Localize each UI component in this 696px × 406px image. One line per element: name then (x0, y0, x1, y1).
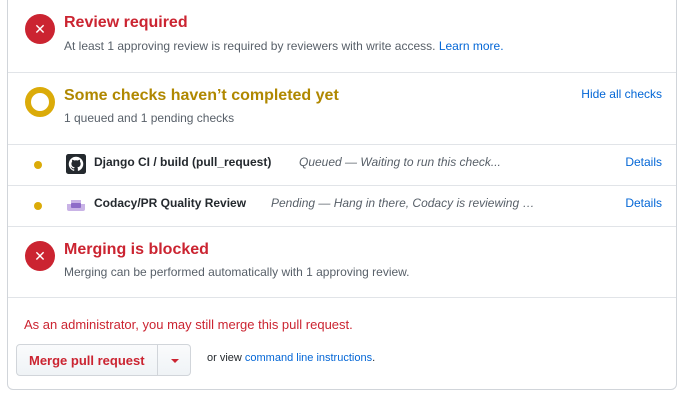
x-circle-icon: ✕ (25, 14, 55, 44)
merge-options-dropdown[interactable] (157, 344, 191, 376)
details-link[interactable]: Details (625, 155, 662, 169)
review-required-text: At least 1 approving review is required … (64, 39, 436, 53)
command-line-instructions-link[interactable]: command line instructions (245, 352, 372, 364)
merging-blocked-desc: Merging can be performed automatically w… (64, 265, 410, 279)
details-link[interactable]: Details (625, 196, 662, 210)
merging-blocked-title: Merging is blocked (64, 241, 209, 258)
review-required-section: ✕ Review required At least 1 approving r… (8, 0, 676, 73)
merge-button-group: Merge pull request (16, 344, 191, 376)
or-view-text: or view (207, 352, 242, 364)
x-circle-icon: ✕ (25, 241, 55, 271)
review-required-title: Review required (64, 14, 188, 31)
command-line-hint: or view command line instructions. (207, 352, 375, 364)
pending-circle-icon (25, 87, 55, 117)
merge-status-panel: ✕ Review required At least 1 approving r… (7, 0, 677, 390)
codacy-icon (66, 195, 86, 215)
admin-note: As an administrator, you may still merge… (24, 317, 353, 332)
check-status: Queued — Waiting to run this check... (299, 155, 501, 169)
merge-pull-request-button[interactable]: Merge pull request (16, 344, 158, 376)
check-name: Django CI / build (pull_request) (94, 155, 272, 169)
learn-more-link[interactable]: Learn more. (439, 39, 504, 53)
check-row-django: Django CI / build (pull_request) Queued … (8, 145, 676, 185)
check-row-codacy: Codacy/PR Quality Review Pending — Hang … (8, 186, 676, 226)
pending-dot-icon (34, 202, 42, 210)
period-text: . (372, 352, 376, 364)
divider (8, 297, 676, 298)
pending-dot-icon (34, 161, 42, 169)
check-name: Codacy/PR Quality Review (94, 196, 247, 210)
merging-blocked-section: ✕ Merging is blocked Merging can be perf… (8, 227, 676, 297)
checks-title: Some checks haven’t completed yet (64, 87, 339, 104)
checks-section: Some checks haven’t completed yet 1 queu… (8, 73, 676, 145)
checks-summary: 1 queued and 1 pending checks (64, 111, 235, 125)
review-required-desc: At least 1 approving review is required … (64, 39, 504, 53)
github-icon (66, 154, 86, 174)
caret-down-icon (170, 359, 179, 363)
check-status: Pending — Hang in there, Codacy is revie… (271, 196, 535, 210)
hide-all-checks-link[interactable]: Hide all checks (581, 87, 662, 101)
